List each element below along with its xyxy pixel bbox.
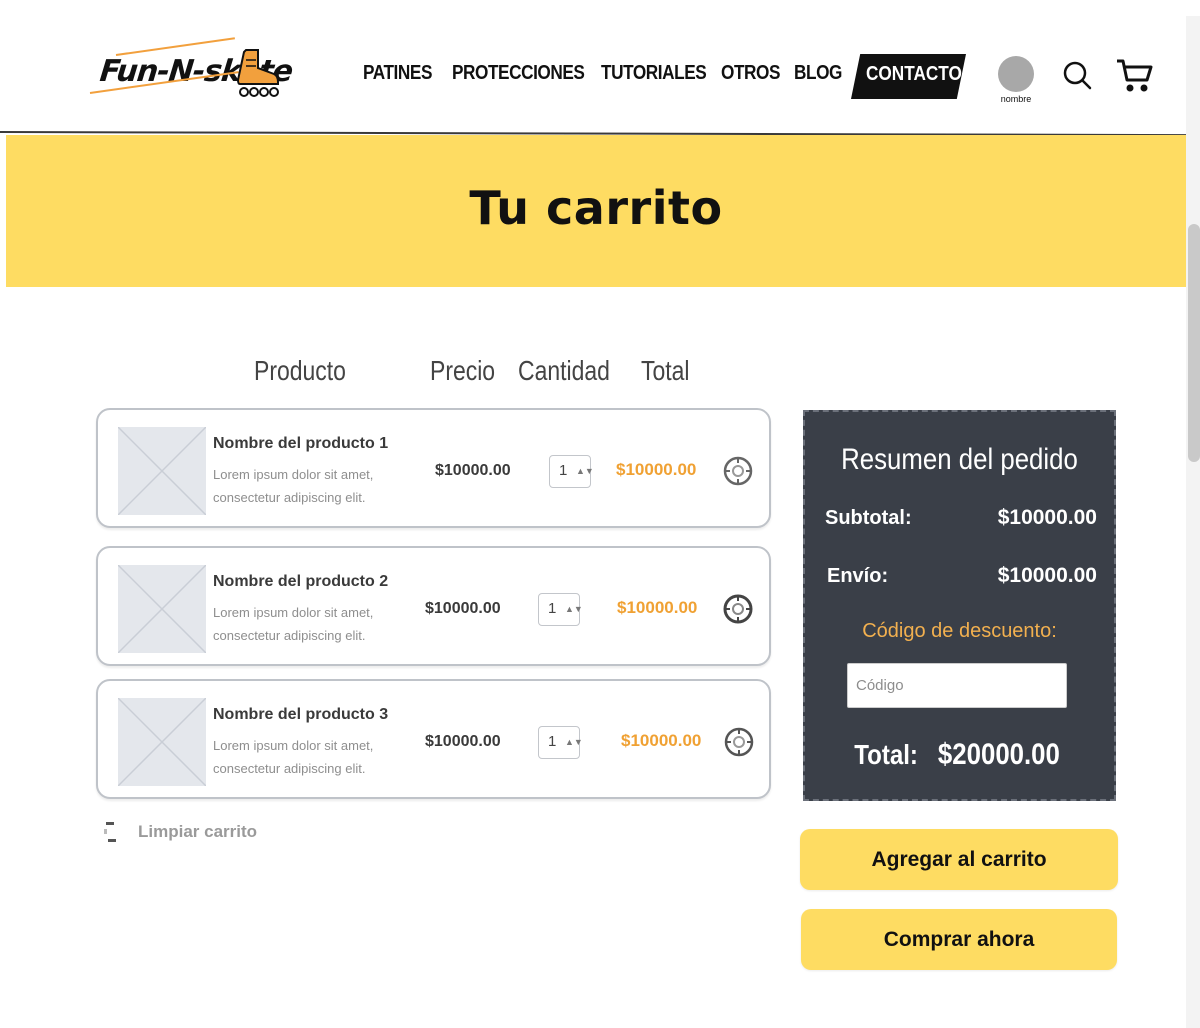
nav-patines[interactable]: PATINES bbox=[363, 62, 432, 85]
add-to-cart-button[interactable]: Agregar al carrito bbox=[800, 829, 1118, 890]
trash-icon bbox=[104, 822, 116, 842]
product-total: $10000.00 bbox=[621, 731, 702, 750]
user-name: nombre bbox=[1000, 94, 1032, 104]
summary-title: Resumen del pedido bbox=[841, 443, 1078, 476]
nav-blog[interactable]: BLOG bbox=[794, 62, 842, 85]
user-menu[interactable]: nombre bbox=[992, 55, 1040, 107]
product-total: $10000.00 bbox=[617, 598, 698, 617]
nav-tutoriales[interactable]: TUTORIALES bbox=[601, 62, 707, 85]
quantity-value: 1 bbox=[559, 462, 568, 479]
page-title: Tu carrito bbox=[469, 181, 723, 235]
remove-item-icon[interactable] bbox=[722, 455, 754, 487]
nav-contact-label: CONTACTO bbox=[866, 63, 962, 85]
nav-contact-button[interactable]: CONTACTO bbox=[851, 54, 966, 99]
quantity-stepper[interactable]: 1 ▲▼ bbox=[549, 455, 594, 488]
product-image-placeholder bbox=[117, 426, 207, 516]
product-name[interactable]: Nombre del producto 2 bbox=[213, 573, 388, 591]
product-price: $10000.00 bbox=[435, 462, 511, 479]
stepper-arrows-icon[interactable]: ▲▼ bbox=[565, 737, 583, 747]
quantity-stepper[interactable]: 1 ▲▼ bbox=[538, 593, 583, 626]
logo[interactable]: Fun-N-skate bbox=[86, 37, 294, 106]
subtotal-value: $10000.00 bbox=[997, 506, 1097, 529]
total-label: Total: bbox=[854, 739, 919, 770]
product-description: Lorem ipsum dolor sit amet, consectetur … bbox=[213, 467, 374, 505]
cart-item: Nombre del producto 1 Lorem ipsum dolor … bbox=[96, 408, 771, 528]
scrollbar-track[interactable] bbox=[1186, 16, 1200, 1028]
quantity-stepper[interactable]: 1 ▲▼ bbox=[538, 726, 583, 759]
cart-item: Nombre del producto 3 Lorem ipsum dolor … bbox=[96, 679, 771, 799]
site-header: Fun-N-skate PATINES PROTECCIONES TUTORIA… bbox=[0, 0, 1186, 134]
clear-cart-label: Limpiar carrito bbox=[138, 822, 258, 841]
product-price: $10000.00 bbox=[425, 600, 501, 617]
stepper-arrows-icon[interactable]: ▲▼ bbox=[576, 466, 594, 476]
avatar-icon bbox=[998, 56, 1034, 92]
product-total: $10000.00 bbox=[616, 460, 697, 479]
total-value: $20000.00 bbox=[937, 738, 1060, 771]
scrollbar-thumb[interactable] bbox=[1188, 224, 1200, 462]
remove-item-icon[interactable] bbox=[723, 726, 755, 758]
order-total: Total: $20000.00 bbox=[805, 738, 1114, 772]
skate-icon bbox=[236, 49, 279, 97]
subtotal-label: Subtotal: bbox=[825, 507, 912, 529]
shipping-value: $10000.00 bbox=[997, 564, 1097, 587]
order-summary: Resumen del pedido Subtotal: $10000.00 E… bbox=[803, 410, 1116, 801]
buy-now-button[interactable]: Comprar ahora bbox=[801, 909, 1117, 970]
discount-code-input[interactable] bbox=[847, 663, 1067, 708]
product-image-placeholder bbox=[117, 564, 207, 654]
product-price: $10000.00 bbox=[425, 733, 501, 750]
product-name[interactable]: Nombre del producto 1 bbox=[213, 435, 388, 453]
stepper-arrows-icon[interactable]: ▲▼ bbox=[565, 604, 583, 614]
product-description: Lorem ipsum dolor sit amet, consectetur … bbox=[213, 738, 374, 776]
discount-code-label: Código de descuento: bbox=[862, 620, 1057, 642]
column-header-quantity: Cantidad bbox=[518, 355, 610, 386]
quantity-value: 1 bbox=[548, 733, 557, 750]
remove-item-icon[interactable] bbox=[722, 593, 754, 625]
nav-protecciones[interactable]: PROTECCIONES bbox=[452, 62, 585, 85]
nav-otros[interactable]: OTROS bbox=[721, 62, 780, 85]
product-description: Lorem ipsum dolor sit amet, consectetur … bbox=[213, 605, 374, 643]
search-icon[interactable] bbox=[1062, 60, 1092, 90]
page-banner: Tu carrito bbox=[6, 135, 1186, 287]
quantity-value: 1 bbox=[548, 600, 557, 617]
shipping-label: Envío: bbox=[827, 565, 889, 587]
product-name[interactable]: Nombre del producto 3 bbox=[213, 706, 388, 724]
column-header-price: Precio bbox=[430, 355, 496, 386]
product-image-placeholder bbox=[117, 697, 207, 787]
column-header-product: Producto bbox=[254, 355, 346, 386]
column-header-total: Total bbox=[641, 355, 690, 386]
cart-item: Nombre del producto 2 Lorem ipsum dolor … bbox=[96, 546, 771, 666]
cart-icon[interactable] bbox=[1115, 58, 1153, 94]
